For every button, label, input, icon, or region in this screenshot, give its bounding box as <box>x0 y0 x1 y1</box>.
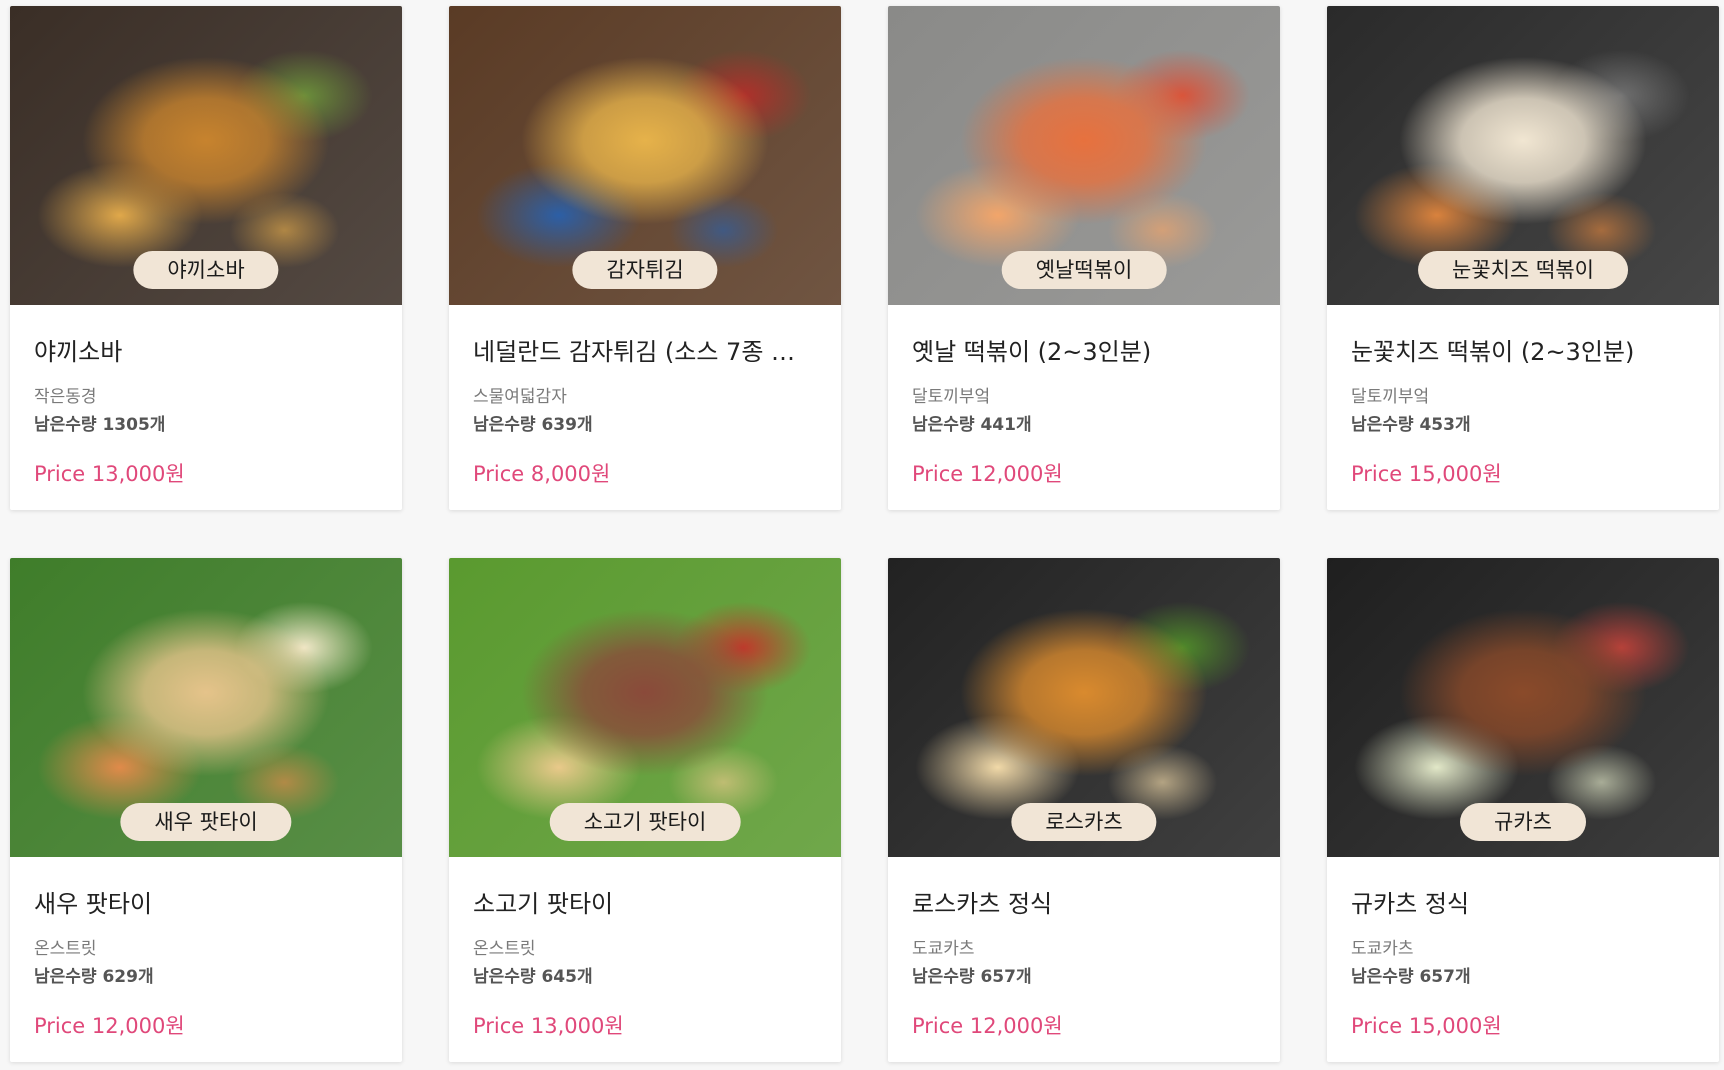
product-price: Price 12,000원 <box>34 1014 185 1038</box>
product-card[interactable]: 눈꽃치즈 떡볶이 눈꽃치즈 떡볶이 (2~3인분) 달토끼부엌 남은수량 453… <box>1327 6 1719 510</box>
shop-name: 온스트릿 <box>34 939 97 959</box>
product-image: 야끼소바 <box>10 6 402 305</box>
product-image: 소고기 팟타이 <box>449 558 841 857</box>
product-title: 네덜란드 감자튀김 (소스 7종 중 ... <box>473 338 817 366</box>
product-badge: 새우 팟타이 <box>120 803 292 841</box>
product-image: 규카츠 <box>1327 558 1719 857</box>
product-price: Price 8,000원 <box>473 462 611 486</box>
stock-count: 남은수량 657개 <box>1351 967 1471 987</box>
product-image: 로스카츠 <box>888 558 1280 857</box>
shop-name: 달토끼부엌 <box>912 387 991 407</box>
product-grid: 야끼소바 야끼소바 작은동경 남은수량 1305개 Price 13,000원 … <box>0 0 1724 1070</box>
product-badge: 옛날떡볶이 <box>1001 251 1167 289</box>
product-price: Price 15,000원 <box>1351 1014 1502 1038</box>
stock-count: 남은수량 629개 <box>34 967 154 987</box>
shop-name: 도쿄카츠 <box>912 939 975 959</box>
product-title: 로스카츠 정식 <box>912 890 1053 918</box>
product-price: Price 12,000원 <box>912 462 1063 486</box>
product-price: Price 15,000원 <box>1351 462 1502 486</box>
product-card[interactable]: 규카츠 규카츠 정식 도쿄카츠 남은수량 657개 Price 15,000원 <box>1327 558 1719 1062</box>
product-badge: 규카츠 <box>1460 803 1586 841</box>
stock-count: 남은수량 453개 <box>1351 415 1471 435</box>
product-image: 감자튀김 <box>449 6 841 305</box>
product-card[interactable]: 야끼소바 야끼소바 작은동경 남은수량 1305개 Price 13,000원 <box>10 6 402 510</box>
shop-name: 달토끼부엌 <box>1351 387 1430 407</box>
product-badge: 야끼소바 <box>133 251 279 289</box>
product-image: 눈꽃치즈 떡볶이 <box>1327 6 1719 305</box>
product-card[interactable]: 옛날떡볶이 옛날 떡볶이 (2~3인분) 달토끼부엌 남은수량 441개 Pri… <box>888 6 1280 510</box>
product-price: Price 13,000원 <box>473 1014 624 1038</box>
stock-count: 남은수량 639개 <box>473 415 593 435</box>
shop-name: 도쿄카츠 <box>1351 939 1414 959</box>
product-title: 규카츠 정식 <box>1351 890 1470 918</box>
product-card[interactable]: 새우 팟타이 새우 팟타이 온스트릿 남은수량 629개 Price 12,00… <box>10 558 402 1062</box>
product-card[interactable]: 로스카츠 로스카츠 정식 도쿄카츠 남은수량 657개 Price 12,000… <box>888 558 1280 1062</box>
stock-count: 남은수량 1305개 <box>34 415 166 435</box>
product-badge: 로스카츠 <box>1011 803 1157 841</box>
product-title: 새우 팟타이 <box>34 890 153 918</box>
product-title: 야끼소바 <box>34 338 123 366</box>
stock-count: 남은수량 441개 <box>912 415 1032 435</box>
product-title: 소고기 팟타이 <box>473 890 614 918</box>
product-badge: 소고기 팟타이 <box>549 803 741 841</box>
stock-count: 남은수량 657개 <box>912 967 1032 987</box>
product-image: 새우 팟타이 <box>10 558 402 857</box>
product-badge: 눈꽃치즈 떡볶이 <box>1418 251 1628 289</box>
shop-name: 온스트릿 <box>473 939 536 959</box>
product-price: Price 13,000원 <box>34 462 185 486</box>
product-title: 눈꽃치즈 떡볶이 (2~3인분) <box>1351 338 1635 366</box>
product-badge: 감자튀김 <box>572 251 718 289</box>
product-card[interactable]: 소고기 팟타이 소고기 팟타이 온스트릿 남은수량 645개 Price 13,… <box>449 558 841 1062</box>
shop-name: 스물여덟감자 <box>473 387 567 407</box>
product-price: Price 12,000원 <box>912 1014 1063 1038</box>
product-image: 옛날떡볶이 <box>888 6 1280 305</box>
product-title: 옛날 떡볶이 (2~3인분) <box>912 338 1152 366</box>
stock-count: 남은수량 645개 <box>473 967 593 987</box>
product-card[interactable]: 감자튀김 네덜란드 감자튀김 (소스 7종 중 ... 스물여덟감자 남은수량 … <box>449 6 841 510</box>
shop-name: 작은동경 <box>34 387 97 407</box>
